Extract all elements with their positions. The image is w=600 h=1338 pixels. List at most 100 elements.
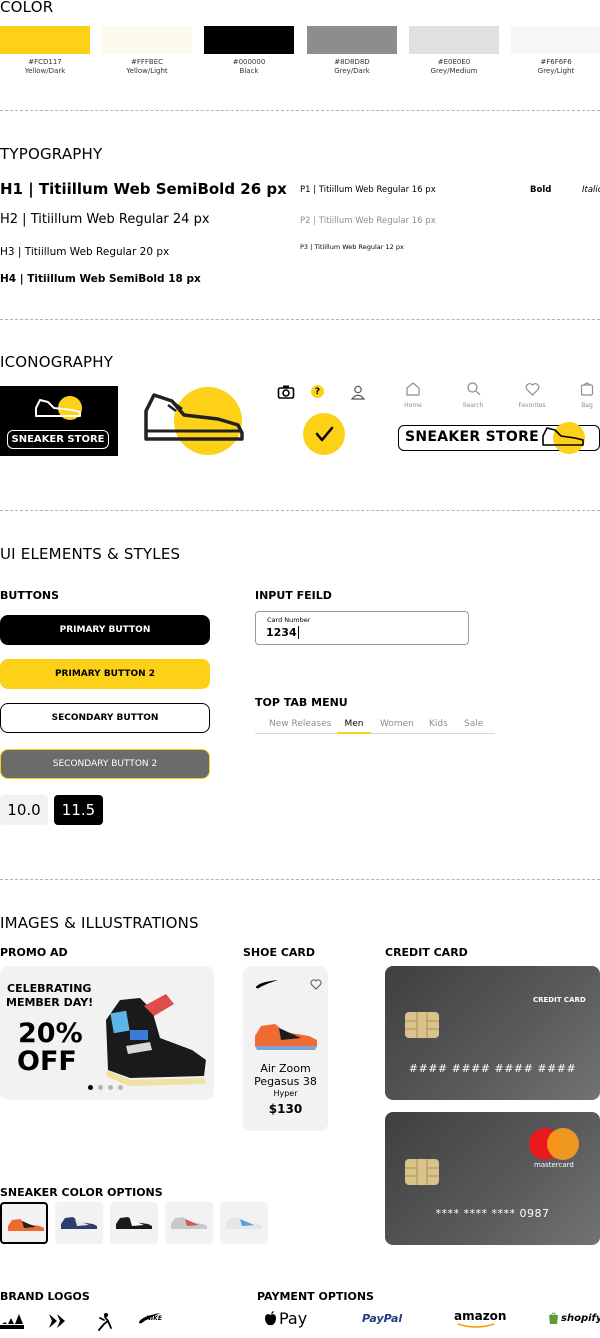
nav-label: Bag [581,402,593,409]
color-swatch-name: Grey/Dark [334,67,370,75]
paypal-logo[interactable]: PayPal [362,1312,402,1325]
ui-section-title: UI ELEMENTS & STYLES [0,545,181,563]
nav-bag[interactable]: Bag [574,381,600,409]
check-icon[interactable] [303,413,345,455]
iconography-section-title: ICONOGRAPHY [0,353,114,371]
adidas-logo-icon [0,1314,24,1329]
primary-button[interactable]: PRIMARY BUTTON [0,615,210,645]
tab-men[interactable]: Men [337,719,371,729]
card-number-label: Card Number [267,616,311,624]
apple-pay-logo[interactable]: Pay [264,1309,307,1328]
page-dot[interactable] [108,1085,113,1090]
user-icon[interactable] [351,385,365,400]
shopify-logo[interactable]: shopify [548,1312,600,1325]
heart-icon [525,383,539,396]
tab-sale[interactable]: Sale [464,719,483,729]
promo-off: OFF [17,1046,77,1077]
color-swatch-code: #000000 [232,58,266,66]
color-option[interactable] [220,1202,268,1244]
mastercard-label: mastercard [534,1161,574,1169]
size-option[interactable]: 10.0 [0,795,48,825]
color-option[interactable] [165,1202,213,1244]
color-swatch [102,26,192,54]
favorite-heart-icon[interactable] [310,979,322,990]
primary-button-2[interactable]: PRIMARY BUTTON 2 [0,659,210,689]
color-section-title: COLOR [0,0,54,16]
amazon-smile-icon [457,1323,495,1328]
amazon-logo[interactable]: amazon [454,1309,506,1329]
color-option[interactable] [110,1202,158,1244]
shoe-card[interactable]: Air Zoom Pegasus 38 Hyper $130 [243,966,328,1131]
color-option-selected[interactable] [0,1202,48,1244]
card-number-field[interactable]: Card Number 1234 [255,611,469,645]
amazon-logo-text: amazon [454,1309,507,1323]
color-swatch [409,26,499,54]
store-logo-dark: SNEAKER STORE [0,386,118,456]
store-banner-label: SNEAKER STORE [405,429,540,445]
tab-kids[interactable]: Kids [429,719,448,729]
color-options-heading: SNEAKER COLOR OPTIONS [0,1186,163,1199]
typography-section-title: TYPOGRAPHY [0,145,103,163]
color-swatch-name: Yellow/Light [126,67,168,75]
color-swatch [511,26,600,54]
nav-label: Home [404,402,422,409]
nike-logo-text: NIKE [146,1315,163,1322]
color-swatch-code: #FFFBEC [130,58,164,66]
divider [0,319,600,320]
credit-card-front[interactable]: CREDIT CARD #### #### #### #### [385,966,600,1100]
shoe-name-line-1: Air Zoom [260,1062,311,1075]
nav-search[interactable]: Search [455,381,491,409]
buttons-heading: BUTTONS [0,589,60,602]
mastercard-logo-icon [547,1128,579,1160]
credit-card-mastercard[interactable]: mastercard **** **** **** 0987 [385,1112,600,1245]
promo-heading: PROMO AD [0,946,68,959]
bag-icon [580,382,594,396]
sneaker-icon [542,422,585,454]
color-swatch-code: #F6F6F6 [540,58,572,66]
type-sample-h2: H2 | Titiillum Web Regular 24 px [0,212,210,227]
promo-sneaker-image [106,994,206,1086]
secondary-button-2[interactable]: SECONDARY BUTTON 2 [0,749,210,779]
color-swatch [0,26,90,54]
search-icon [466,382,480,396]
tabs-heading: TOP TAB MENU [255,696,348,709]
type-sample-p1: P1 | Titiillum Web Regular 16 px [300,185,436,195]
promo-ad-card[interactable]: CELEBRATING MEMBER DAY! 20% OFF [0,966,214,1100]
camera-icon[interactable] [277,384,295,400]
color-option[interactable] [55,1202,103,1244]
size-option-selected[interactable]: 11.5 [54,795,103,825]
nav-label: Search [462,402,484,409]
active-tab-indicator [337,732,371,734]
payment-heading: PAYMENT OPTIONS [257,1290,374,1303]
jordan-logo-icon [98,1313,112,1331]
promo-pagination[interactable] [88,1085,123,1090]
page-dot[interactable] [118,1085,123,1090]
images-section-title: IMAGES & ILLUSTRATIONS [0,914,199,932]
apple-pay-label: Pay [279,1309,308,1328]
color-swatch-name: Yellow/Dark [24,67,66,75]
tab-women[interactable]: Women [380,719,414,729]
shoe-name-line-2: Pegasus 38 [254,1075,317,1088]
apple-icon [265,1310,276,1325]
nav-home[interactable]: Home [395,381,431,409]
tab-new-releases[interactable]: New Releases [269,719,331,729]
credit-card-number: #### #### #### #### [408,1062,577,1075]
store-logo-label: SNEAKER STORE [7,430,109,449]
divider [0,510,600,511]
card-number-value: 1234 [266,626,299,639]
card-chip-icon [405,1159,439,1185]
help-icon[interactable]: ? [311,385,324,398]
color-swatch-name: Grey/Light [537,67,575,75]
secondary-button[interactable]: SECONDARY BUTTON [0,703,210,733]
shoe-card-heading: SHOE CARD [243,946,316,959]
shoe-image [255,1024,317,1050]
divider [0,110,600,111]
type-sample-p3: P3 | Titiillum Web Regular 12 px [300,243,404,251]
color-swatch-code: #8D8D8D [334,58,370,66]
type-sample-h3: H3 | Titiillum Web Regular 20 px [0,246,170,258]
page-dot-active[interactable] [88,1085,93,1090]
sneaker-icon [35,396,82,420]
type-sample-italic: Italic [582,185,600,195]
nav-favorites[interactable]: Favorites [514,381,550,409]
page-dot[interactable] [98,1085,103,1090]
